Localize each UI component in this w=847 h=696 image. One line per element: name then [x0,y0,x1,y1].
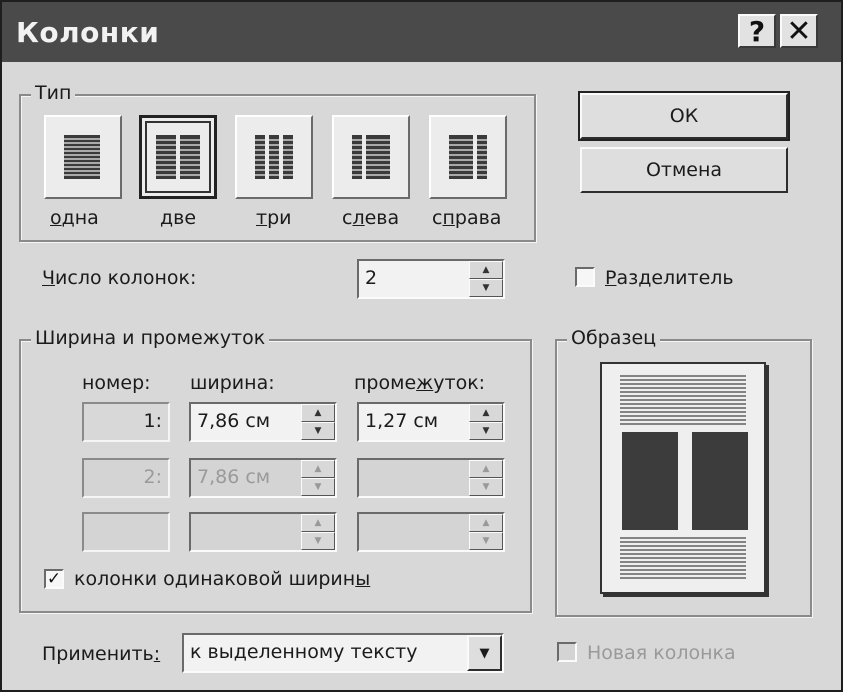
three-columns-icon [255,135,293,179]
row1-number: 1: [82,402,170,442]
new-column-label[interactable]: Новая колонка [587,642,736,664]
equal-width-label[interactable]: колонки одинаковой ширины [74,568,370,590]
right-column-icon [449,135,487,179]
spin-down-icon[interactable]: ▼ [469,532,503,550]
row2-number: 2: [82,458,170,498]
preset-two-button[interactable] [139,115,217,199]
spin-down-icon[interactable]: ▼ [469,422,503,440]
num-columns-label: Число колонок: [42,267,197,289]
number-header: номер: [82,372,151,394]
spin-down-icon[interactable]: ▼ [301,478,335,496]
left-column-icon [352,135,390,179]
preset-right-button[interactable] [429,115,507,199]
one-column-icon [64,135,100,179]
spin-down-icon[interactable]: ▼ [469,478,503,496]
page-preview-icon [620,375,748,579]
apply-select[interactable]: к выделенному тексту [182,633,504,673]
sample-legend: Образец [567,327,661,349]
preset-three-label[interactable]: три [256,207,292,229]
spin-up-icon[interactable]: ▲ [469,404,503,422]
sample-preview [600,362,766,594]
spin-up-icon[interactable]: ▲ [469,261,503,279]
equal-width-checkbox[interactable]: ✓ [44,569,64,589]
new-column-checkbox[interactable] [557,642,577,662]
preset-left-label[interactable]: слева [342,207,399,229]
spin-up-icon[interactable]: ▲ [301,514,335,532]
width-header: ширина: [190,372,275,394]
title-bar[interactable]: Колонки ? ✕ [2,2,841,62]
separator-label[interactable]: Разделитель [605,267,734,289]
spin-up-icon[interactable]: ▲ [469,514,503,532]
row3-width-spinner[interactable]: ▲ ▼ [301,514,335,550]
preset-one-button[interactable] [44,115,122,199]
row1-width-spinner[interactable]: ▲ ▼ [301,404,335,440]
spin-up-icon[interactable]: ▲ [301,460,335,478]
two-columns-icon [156,135,200,179]
row2-width-spinner[interactable]: ▲ ▼ [301,460,335,496]
row3-number [82,512,170,552]
type-group-legend: Тип [31,82,76,104]
close-button[interactable]: ✕ [780,14,818,49]
chevron-down-icon: ▼ [479,645,490,661]
spin-down-icon[interactable]: ▼ [301,422,335,440]
apply-label: Применить: [42,643,161,665]
cancel-button[interactable]: Отмена [580,147,788,193]
spin-down-icon[interactable]: ▼ [301,532,335,550]
separator-checkbox[interactable] [575,267,595,287]
spacing-header: промежуток: [354,372,486,394]
dialog-title: Колонки [16,16,160,49]
apply-dropdown-button[interactable]: ▼ [467,635,502,671]
preset-three-button[interactable] [235,115,313,199]
ok-button[interactable]: ОК [578,91,790,141]
preset-left-button[interactable] [332,115,410,199]
preset-right-label[interactable]: справа [432,207,501,229]
spin-up-icon[interactable]: ▲ [301,404,335,422]
spin-up-icon[interactable]: ▲ [469,460,503,478]
num-columns-spinner[interactable]: ▲ ▼ [469,261,503,297]
help-button[interactable]: ? [738,14,776,48]
columns-dialog: Колонки ? ✕ Тип одна две три слева справ… [0,0,843,692]
row3-spacing-spinner[interactable]: ▲ ▼ [469,514,503,550]
row2-spacing-spinner[interactable]: ▲ ▼ [469,460,503,496]
spin-down-icon[interactable]: ▼ [469,279,503,297]
row1-spacing-spinner[interactable]: ▲ ▼ [469,404,503,440]
width-spacing-legend: Ширина и промежуток [31,327,270,349]
preset-one-label[interactable]: одна [50,207,99,229]
preset-two-label[interactable]: две [160,207,196,229]
